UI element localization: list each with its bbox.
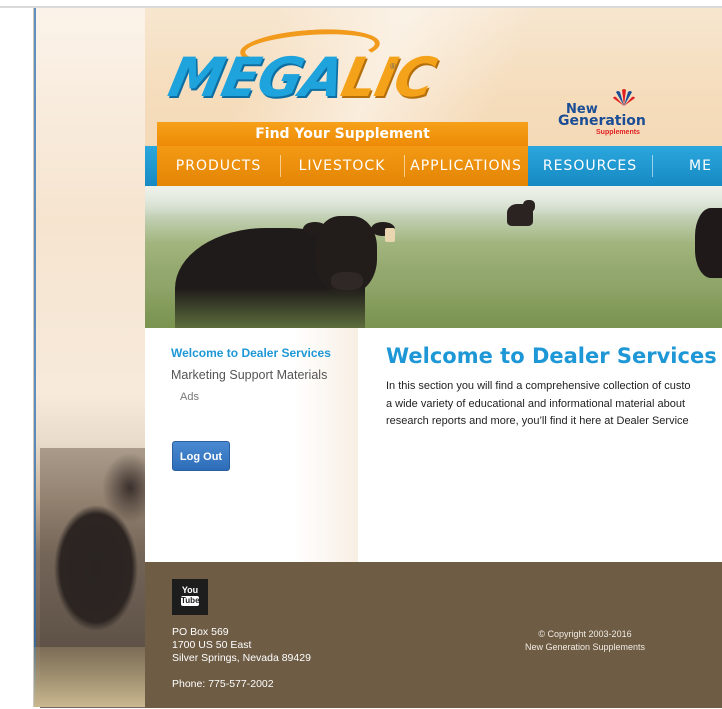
site-footer: You Tube PO Box 569 1700 US 50 East Silv… — [145, 562, 722, 708]
sidebar-item-marketing-support[interactable]: Marketing Support Materials — [171, 368, 327, 382]
intro-line: research reports and more, you’ll find i… — [386, 415, 689, 427]
footer-phone: Phone: 775-577-2002 — [172, 678, 274, 690]
address-line: PO Box 569 — [172, 626, 229, 638]
page-container: MEGALIC ® New Generation Supplements Fin… — [145, 8, 722, 708]
youtube-icon[interactable]: You Tube — [172, 579, 208, 615]
sidebar-item-welcome[interactable]: Welcome to Dealer Services — [171, 346, 331, 360]
ear-tag — [385, 228, 395, 242]
footer-address: PO Box 569 1700 US 50 East Silver Spring… — [172, 626, 311, 665]
logo-wordmark: MEGALIC — [163, 46, 441, 109]
intro-line: In this section you will find a comprehe… — [386, 380, 691, 392]
find-your-supplement-button[interactable]: Find Your Supplement — [157, 122, 528, 146]
address-line: 1700 US 50 East — [172, 639, 252, 651]
new-generation-logo[interactable]: New Generation Supplements — [550, 88, 650, 136]
content-area: Welcome to Dealer Services Marketing Sup… — [145, 328, 722, 562]
dealer-sidebar: Welcome to Dealer Services Marketing Sup… — [145, 328, 358, 562]
ng-logo-line2: Generation — [558, 113, 646, 129]
left-edge-line — [34, 8, 36, 707]
nav-resources[interactable]: RESOURCES — [529, 146, 651, 186]
nav-more-truncated[interactable]: ME — [689, 146, 722, 186]
new-generation-flame-icon — [613, 89, 635, 106]
address-line: Silver Springs, Nevada 89429 — [172, 652, 311, 664]
site-header: MEGALIC ® New Generation Supplements Fin… — [145, 8, 722, 186]
logo-trademark: ® — [390, 62, 396, 71]
nav-applications[interactable]: APPLICATIONS — [405, 146, 527, 186]
nav-products[interactable]: PRODUCTS — [157, 146, 280, 186]
right-cow — [695, 208, 722, 278]
intro-line: a wide variety of educational and inform… — [386, 397, 686, 410]
background-left-panel — [33, 8, 148, 708]
main-navigation: PRODUCTS LIVESTOCK APPLICATIONS RESOURCE… — [145, 146, 722, 186]
footer-copyright: © Copyright 2003-2016 New Generation Sup… — [524, 629, 646, 652]
intro-text: In this section you will find a comprehe… — [386, 378, 722, 431]
logout-button[interactable]: Log Out — [172, 441, 230, 471]
page-title: Welcome to Dealer Services — [386, 344, 717, 368]
sidebar-item-ads[interactable]: Ads — [180, 391, 199, 403]
megalic-logo[interactable]: MEGALIC ® — [163, 25, 441, 110]
ng-logo-line3: Supplements — [596, 129, 640, 136]
background-grass — [34, 647, 146, 707]
nav-livestock[interactable]: LIVESTOCK — [281, 146, 403, 186]
nav-separator — [652, 155, 653, 177]
hero-cattle-image — [145, 186, 722, 328]
